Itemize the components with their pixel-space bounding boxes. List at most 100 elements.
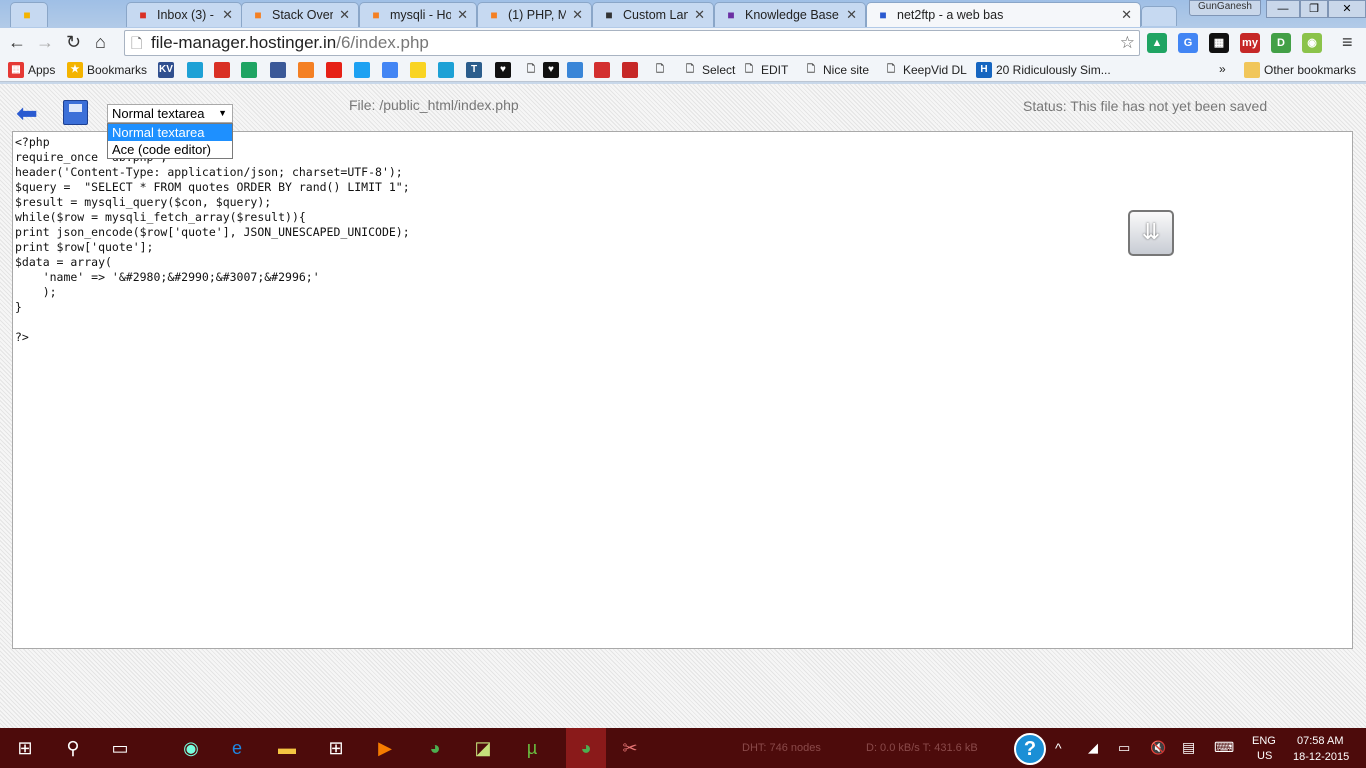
search-icon[interactable]: ⚲ — [58, 734, 88, 762]
utorrent-icon[interactable]: µ — [517, 734, 547, 762]
back-button[interactable]: ← — [8, 32, 26, 53]
eye-icon[interactable]: ◉ — [1302, 33, 1322, 53]
tab-6[interactable]: ■ Knowledge Base ✕ — [714, 2, 866, 27]
close-tab-icon[interactable]: ✕ — [339, 7, 350, 23]
bookmark-22[interactable]: 🗋 EDIT — [741, 62, 788, 78]
chrome-icon[interactable]: ◕ — [420, 734, 450, 762]
bookmark-25[interactable]: H 20 Ridiculously Sim... — [976, 62, 1111, 78]
option-ace-editor[interactable]: Ace (code editor) — [108, 141, 232, 158]
more-bookmarks-button[interactable]: » — [1219, 62, 1226, 76]
bookmark-2[interactable]: KV — [158, 62, 174, 78]
battery-icon[interactable]: ▭ — [1118, 740, 1130, 756]
bookmark-13[interactable]: T — [466, 62, 482, 78]
tab-7[interactable]: ■ net2ftp - a web bas ✕ — [866, 2, 1141, 27]
store-icon[interactable]: ⊞ — [321, 734, 351, 762]
maximize-button[interactable]: ❐ — [1300, 0, 1328, 18]
bookmark-23[interactable]: 🗋 Nice site — [803, 62, 869, 78]
star-icon: ★ — [67, 62, 83, 78]
bookmark-18[interactable] — [594, 62, 610, 78]
kv-icon: KV — [158, 62, 174, 78]
editor-type-select[interactable]: Normal textarea ▼ — [107, 104, 233, 123]
bookmark-1[interactable]: ★ Bookmarks — [67, 62, 147, 78]
bookmark-8[interactable] — [326, 62, 342, 78]
bookmark-4[interactable] — [214, 62, 230, 78]
my-icon[interactable]: my — [1240, 33, 1260, 53]
back-arrow-icon[interactable]: ⬅ — [16, 100, 42, 126]
tab-0[interactable]: ■ — [10, 2, 48, 27]
bookmark-9[interactable] — [354, 62, 370, 78]
google-translate-icon[interactable]: G — [1178, 33, 1198, 53]
bookmark-10[interactable] — [382, 62, 398, 78]
bookmark-24[interactable]: 🗋 KeepVid DL — [883, 62, 967, 78]
file-explorer-icon[interactable]: ▬ — [272, 734, 302, 762]
reload-button[interactable]: ↻ — [66, 32, 81, 53]
camera-app-icon[interactable]: ◉ — [176, 734, 206, 762]
snipping-tool-icon[interactable]: ✂ — [615, 734, 645, 762]
home-button[interactable]: ⌂ — [95, 32, 106, 53]
bookmark-12[interactable] — [438, 62, 454, 78]
tab-4[interactable]: ■ (1) PHP, Mysql, Htn ✕ — [477, 2, 592, 27]
notification-icon[interactable]: ▤ — [1182, 739, 1195, 756]
keyboard-icon[interactable]: ⌨ — [1214, 739, 1234, 756]
google-drive-icon[interactable]: ▲ — [1147, 33, 1167, 53]
close-tab-icon[interactable]: ✕ — [694, 7, 705, 23]
volume-muted-icon[interactable]: 🔇 — [1150, 740, 1166, 756]
media-player-icon[interactable]: ▶ — [370, 734, 400, 762]
edge-icon[interactable]: e — [222, 734, 252, 762]
qr-code-icon[interactable]: ▦ — [1209, 33, 1229, 53]
bookmark-17[interactable] — [567, 62, 583, 78]
wifi-icon[interactable]: ◢ — [1088, 740, 1098, 756]
save-icon[interactable] — [63, 100, 88, 125]
bookmark-11[interactable] — [410, 62, 426, 78]
chrome-active-icon[interactable]: ◕ — [566, 728, 606, 768]
bookmark-20[interactable]: 🗋 — [652, 62, 668, 78]
address-bar[interactable]: 🗋 file-manager.hostinger.in/6/index.php ☆ — [124, 30, 1140, 56]
bookmark-5[interactable] — [241, 62, 257, 78]
other-bookmarks[interactable]: Other bookmarks — [1244, 62, 1356, 78]
forward-button[interactable]: → — [36, 32, 54, 53]
bookmark-label: Nice site — [823, 63, 870, 77]
windows-start-icon[interactable]: ⊞ — [10, 734, 40, 762]
page-icon: 🗋 — [886, 64, 896, 75]
close-window-button[interactable]: ✕ — [1328, 0, 1366, 18]
region-label[interactable]: US — [1257, 750, 1272, 762]
bookmark-3[interactable] — [187, 62, 203, 78]
close-tab-icon[interactable]: ✕ — [457, 7, 468, 23]
download-icon[interactable]: ⇊ — [1128, 210, 1174, 256]
minimize-button[interactable]: — — [1266, 0, 1300, 18]
bookmark-6[interactable] — [270, 62, 286, 78]
new-tab-button[interactable] — [1141, 6, 1177, 26]
task-view-icon[interactable]: ▭ — [105, 734, 135, 762]
bookmark-15[interactable]: 🗋 — [523, 62, 539, 78]
notes-icon[interactable]: ◪ — [468, 734, 498, 762]
tab-2[interactable]: ■ Stack Overflow ✕ — [241, 2, 359, 27]
language-label[interactable]: ENG — [1252, 735, 1276, 747]
tab-3[interactable]: ■ mysqli - How to us ✕ — [359, 2, 477, 27]
clock-date[interactable]: 18-12-2015 — [1293, 751, 1349, 763]
help-icon[interactable]: ? — [1014, 733, 1046, 765]
bookmark-7[interactable] — [298, 62, 314, 78]
bookmark-19[interactable] — [622, 62, 638, 78]
close-tab-icon[interactable]: ✕ — [846, 7, 857, 23]
select-value: Normal textarea — [112, 106, 205, 121]
close-tab-icon[interactable]: ✕ — [572, 7, 583, 23]
chevron-up-icon[interactable]: ^ — [1055, 740, 1062, 756]
stackoverflow-icon — [298, 62, 314, 78]
translate-icon — [382, 62, 398, 78]
clock-time[interactable]: 07:58 AM — [1297, 735, 1343, 747]
close-tab-icon[interactable]: ✕ — [222, 7, 233, 23]
d-icon[interactable]: D — [1271, 33, 1291, 53]
bookmark-21[interactable]: 🗋 Select — [682, 62, 735, 78]
code-textarea[interactable]: <?php require_once 'db.php'; header('Con… — [12, 131, 1353, 649]
tab-5[interactable]: ■ Custom Language ✕ — [592, 2, 714, 27]
option-normal-textarea[interactable]: Normal textarea — [108, 124, 232, 141]
profile-button[interactable]: GunGanesh — [1189, 0, 1261, 16]
bookmark-14[interactable]: ♥ — [495, 62, 511, 78]
tab-1[interactable]: ■ Inbox (3) - kbtgane ✕ — [126, 2, 242, 27]
bookmark-0[interactable]: ▦ Apps — [8, 62, 55, 78]
star-icon[interactable]: ☆ — [1120, 31, 1135, 55]
bookmark-16[interactable]: ♥ — [543, 62, 559, 78]
close-tab-icon[interactable]: ✕ — [1121, 7, 1132, 23]
keep-icon: ■ — [23, 8, 31, 22]
menu-icon[interactable]: ≡ — [1342, 32, 1353, 53]
